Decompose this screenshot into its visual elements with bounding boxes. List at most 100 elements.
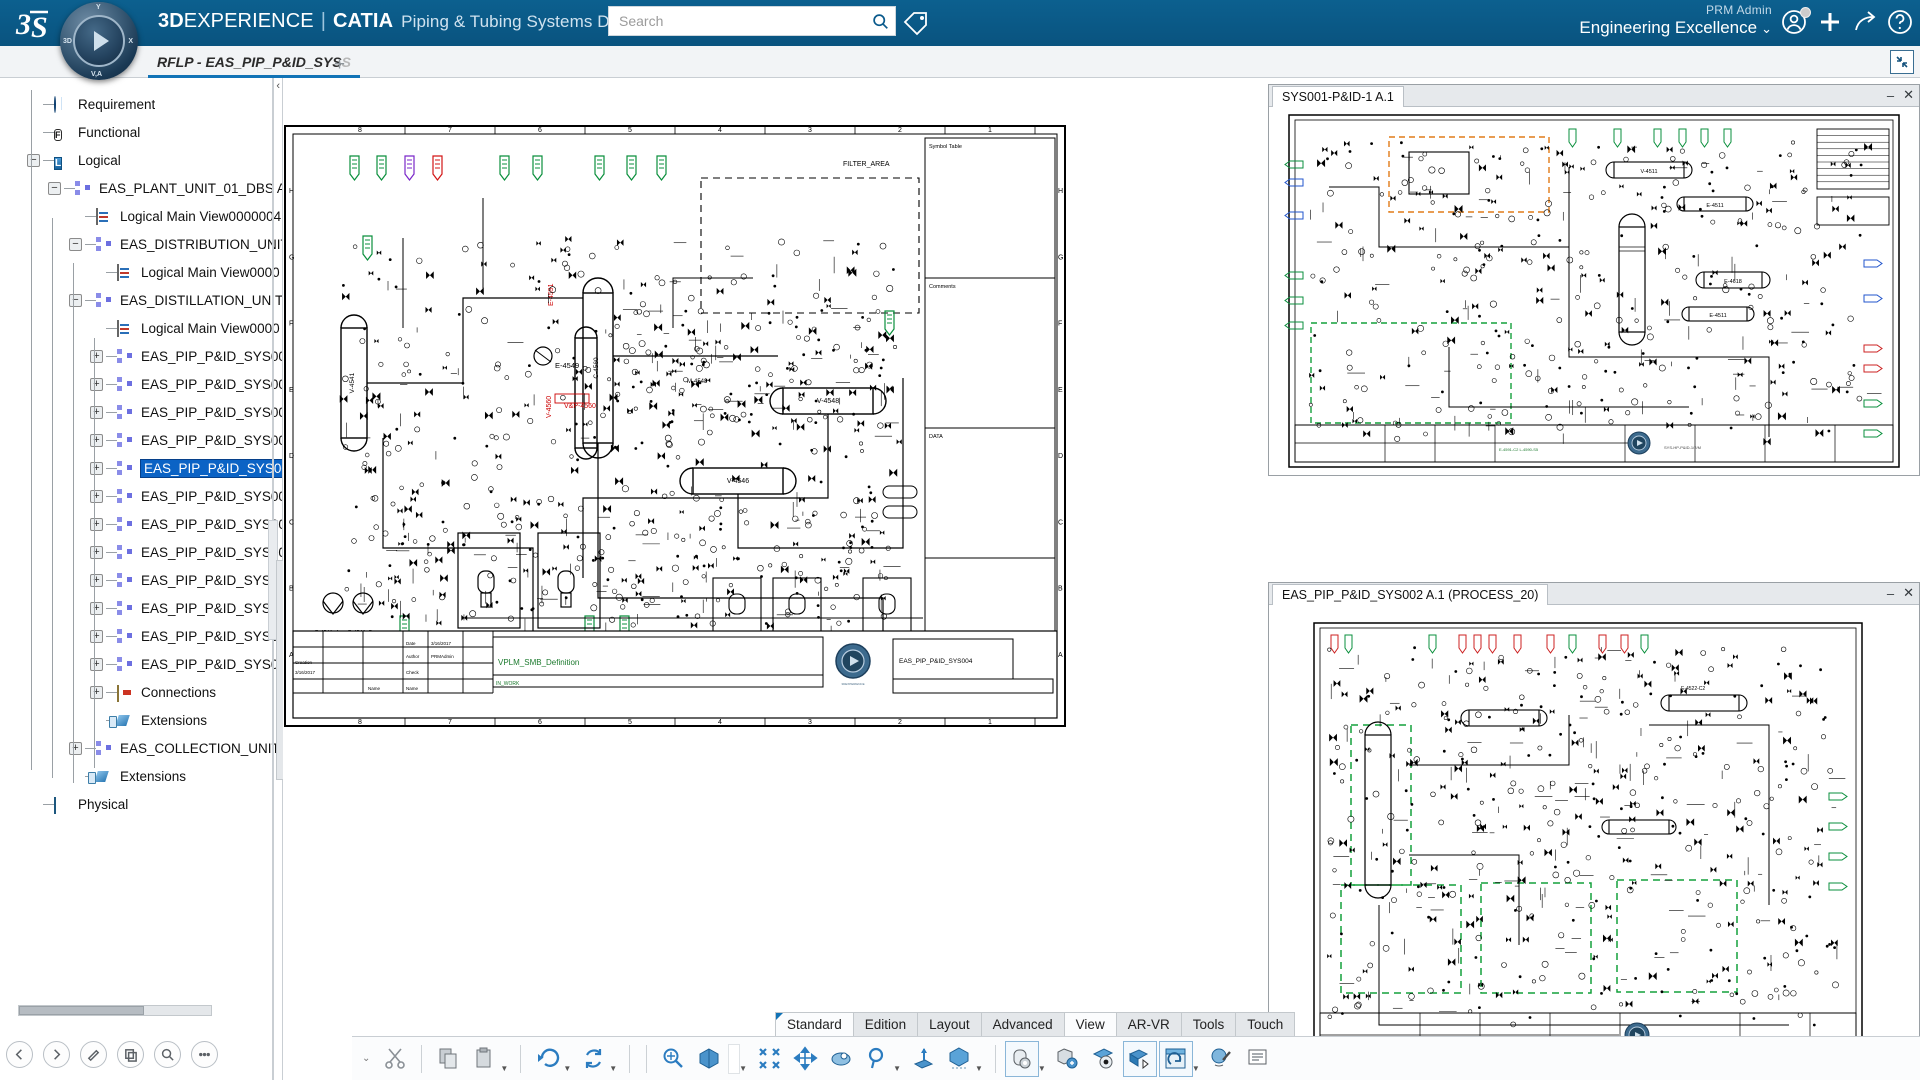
- toolbar-dropdown-caret[interactable]: ▼: [500, 1064, 508, 1073]
- minimize-icon[interactable]: –: [1887, 88, 1894, 103]
- tag-icon[interactable]: [902, 8, 930, 36]
- tree-item-logical-main-view0000[interactable]: Logical Main View0000: [0, 258, 283, 286]
- tree-expander-minus-icon[interactable]: −: [69, 294, 82, 307]
- command-tab-touch[interactable]: Touch: [1235, 1012, 1295, 1036]
- tree-item-eas-distribution-unit-[interactable]: −EAS_DISTRIBUTION_UNIT_: [0, 230, 283, 258]
- tree-item-eas-pip-p-id-sys002[interactable]: +EAS_PIP_P&ID_SYS002: [0, 398, 283, 426]
- pid-preview-sys002[interactable]: E-4522-C2E-4521-C2 L-45EAS_PIP_P&ID_SYS0…: [1269, 605, 1919, 1079]
- more-options-icon[interactable]: [191, 1041, 218, 1068]
- command-tab-view[interactable]: View: [1064, 1012, 1117, 1036]
- tree-item-eas-pip-p-id-sys007[interactable]: +EAS_PIP_P&ID_SYS007: [0, 510, 283, 538]
- tree-item-eas-pip-p-id-sys008[interactable]: +EAS_PIP_P&ID_SYS008: [0, 538, 283, 566]
- zoom-icon[interactable]: [860, 1041, 894, 1077]
- viewer-panel-sys002[interactable]: EAS_PIP_P&ID_SYS002 A.1 (PROCESS_20) – ✕…: [1268, 582, 1920, 1080]
- tree-expander-plus-icon[interactable]: +: [90, 546, 103, 559]
- cut-icon[interactable]: [378, 1041, 412, 1077]
- copy-small-icon[interactable]: [117, 1041, 144, 1068]
- minimize-icon[interactable]: –: [1887, 586, 1894, 601]
- drawing-canvas[interactable]: 8877665544332211HHGGFFEEDDCCBBAASymbol T…: [283, 78, 1268, 1010]
- tree-item-functional[interactable]: FFunctional: [0, 118, 283, 146]
- undo-icon[interactable]: [530, 1041, 564, 1077]
- search-icon[interactable]: [865, 13, 895, 30]
- rotate-icon[interactable]: [824, 1041, 858, 1077]
- tree-expander-plus-icon[interactable]: +: [90, 434, 103, 447]
- pan-icon[interactable]: [788, 1041, 822, 1077]
- update-icon[interactable]: [576, 1041, 610, 1077]
- toolbar-overflow-caret[interactable]: ⌄: [362, 1053, 370, 1064]
- toolbar-dropdown-caret[interactable]: ▼: [975, 1064, 983, 1073]
- new-tab-button[interactable]: +: [334, 54, 345, 76]
- command-tab-tools[interactable]: Tools: [1181, 1012, 1237, 1036]
- tree-expander-plus-icon[interactable]: +: [69, 742, 82, 755]
- isometric-view-icon[interactable]: [942, 1041, 976, 1077]
- panel-body[interactable]: E-4522-C2E-4521-C2 L-45EAS_PIP_P&ID_SYS0…: [1269, 605, 1919, 1079]
- tree-expander-minus-icon[interactable]: −: [48, 182, 61, 195]
- close-icon[interactable]: ✕: [1903, 585, 1914, 601]
- scrollbar-thumb[interactable]: [19, 1006, 144, 1015]
- panel-body[interactable]: V-4511E-4511E-4618E-4511E-4591-C2 L-4590…: [1269, 107, 1919, 475]
- chevron-down-icon[interactable]: ⌄: [1761, 21, 1772, 36]
- tree-item-eas-pip-p-id-sys001[interactable]: +EAS_PIP_P&ID_SYS001: [0, 370, 283, 398]
- close-icon[interactable]: ✕: [1903, 87, 1914, 103]
- command-tab-standard[interactable]: Standard: [775, 1012, 854, 1036]
- toolbar-dropdown-caret[interactable]: ▼: [893, 1064, 901, 1073]
- toolbar-dropdown-caret[interactable]: ▼: [739, 1064, 747, 1073]
- dassault-3ds-logo[interactable]: 3 S: [14, 4, 66, 44]
- tree-item-eas-plant-unit-01-dbs-a-1[interactable]: −EAS_PLANT_UNIT_01_DBS A.1: [0, 174, 283, 202]
- help-icon[interactable]: [1886, 8, 1916, 38]
- panel-tab[interactable]: EAS_PIP_P&ID_SYS002 A.1 (PROCESS_20): [1272, 584, 1548, 605]
- tree-expander-plus-icon[interactable]: +: [90, 658, 103, 671]
- tree-expander-plus-icon[interactable]: +: [90, 574, 103, 587]
- collapse-panel-button[interactable]: [1890, 50, 1914, 74]
- tree-item-eas-distillation-unit-[interactable]: −EAS_DISTILLATION_UNIT_(: [0, 286, 283, 314]
- search-input[interactable]: [609, 8, 865, 34]
- tree-horizontal-scrollbar[interactable]: [18, 1005, 212, 1016]
- user-context-selector[interactable]: Engineering Excellence⌄: [1579, 18, 1772, 38]
- zoom-area-icon[interactable]: [656, 1041, 690, 1077]
- tree-item-connections[interactable]: +Connections: [0, 678, 283, 706]
- tree-item-requirement[interactable]: Requirement: [0, 90, 283, 118]
- share-icon[interactable]: [1852, 8, 1882, 38]
- panel-tab[interactable]: SYS001-P&ID-1 A.1: [1272, 86, 1404, 107]
- tree-item-logical-main-view0000[interactable]: Logical Main View0000: [0, 314, 283, 342]
- tree-item-eas-pip-p-id-sys010-[interactable]: +EAS_PIP_P&ID_SYS010[: [0, 594, 283, 622]
- tree-expander-plus-icon[interactable]: +: [90, 406, 103, 419]
- tree-item-logical-main-view0000004[interactable]: Logical Main View0000004: [0, 202, 283, 230]
- tree-item-eas-pip-p-id-sys003[interactable]: +EAS_PIP_P&ID_SYS003: [0, 426, 283, 454]
- tree-item-eas-pip-p-id-sys006[interactable]: +EAS_PIP_P&ID_SYS006: [0, 650, 283, 678]
- toolbar-dropdown-caret[interactable]: ▼: [1038, 1064, 1046, 1073]
- tree-expander-minus-icon[interactable]: −: [27, 154, 40, 167]
- tree-item-extensions[interactable]: Extensions: [0, 762, 283, 790]
- command-tab-edition[interactable]: Edition: [853, 1012, 918, 1036]
- command-tab-layout[interactable]: Layout: [917, 1012, 982, 1036]
- tree-expander-plus-icon[interactable]: +: [90, 630, 103, 643]
- normal-view-icon[interactable]: [692, 1041, 726, 1077]
- tree-item-eas-pip-p-id-sys009[interactable]: +EAS_PIP_P&ID_SYS009: [0, 566, 283, 594]
- tree-item-eas-pip-p-id-sys000[interactable]: +EAS_PIP_P&ID_SYS000: [0, 342, 283, 370]
- fit-all-in-icon[interactable]: [752, 1041, 786, 1077]
- compass-icon[interactable]: Y 3D X V,A: [60, 2, 138, 80]
- forward-icon[interactable]: [43, 1041, 70, 1068]
- back-icon[interactable]: [6, 1041, 33, 1068]
- command-tab-advanced[interactable]: Advanced: [981, 1012, 1065, 1036]
- render-style-icon[interactable]: [1005, 1041, 1039, 1077]
- tree-expander-plus-icon[interactable]: +: [90, 490, 103, 503]
- user-context-block[interactable]: PRM Admin Engineering Excellence⌄: [1579, 3, 1772, 38]
- user-account-icon[interactable]: [1780, 8, 1810, 38]
- search-box[interactable]: [608, 6, 896, 36]
- command-tab-ar-vr[interactable]: AR-VR: [1116, 1012, 1182, 1036]
- toolbar-dropdown-caret[interactable]: ▼: [563, 1064, 571, 1073]
- tree-expander-plus-icon[interactable]: +: [90, 462, 103, 475]
- paste-icon[interactable]: [467, 1041, 501, 1077]
- tree-expander-plus-icon[interactable]: +: [90, 686, 103, 699]
- hide-show-icon[interactable]: [1087, 1041, 1121, 1077]
- copy-icon[interactable]: [431, 1041, 465, 1077]
- tree-item-eas-pip-p-id-sys010e[interactable]: +EAS_PIP_P&ID_SYS010E: [0, 622, 283, 650]
- tree-expander-plus-icon[interactable]: +: [90, 350, 103, 363]
- tree-expander-minus-icon[interactable]: −: [69, 238, 82, 251]
- tree-expander-plus-icon[interactable]: +: [90, 602, 103, 615]
- tree-item-eas-pip-p-id-sys004[interactable]: +EAS_PIP_P&ID_SYS004: [0, 454, 283, 482]
- tree-item-physical[interactable]: Physical: [0, 790, 283, 818]
- add-icon[interactable]: [1816, 8, 1846, 38]
- pid-preview-sys001[interactable]: V-4511E-4511E-4618E-4511E-4591-C2 L-4590…: [1269, 107, 1919, 475]
